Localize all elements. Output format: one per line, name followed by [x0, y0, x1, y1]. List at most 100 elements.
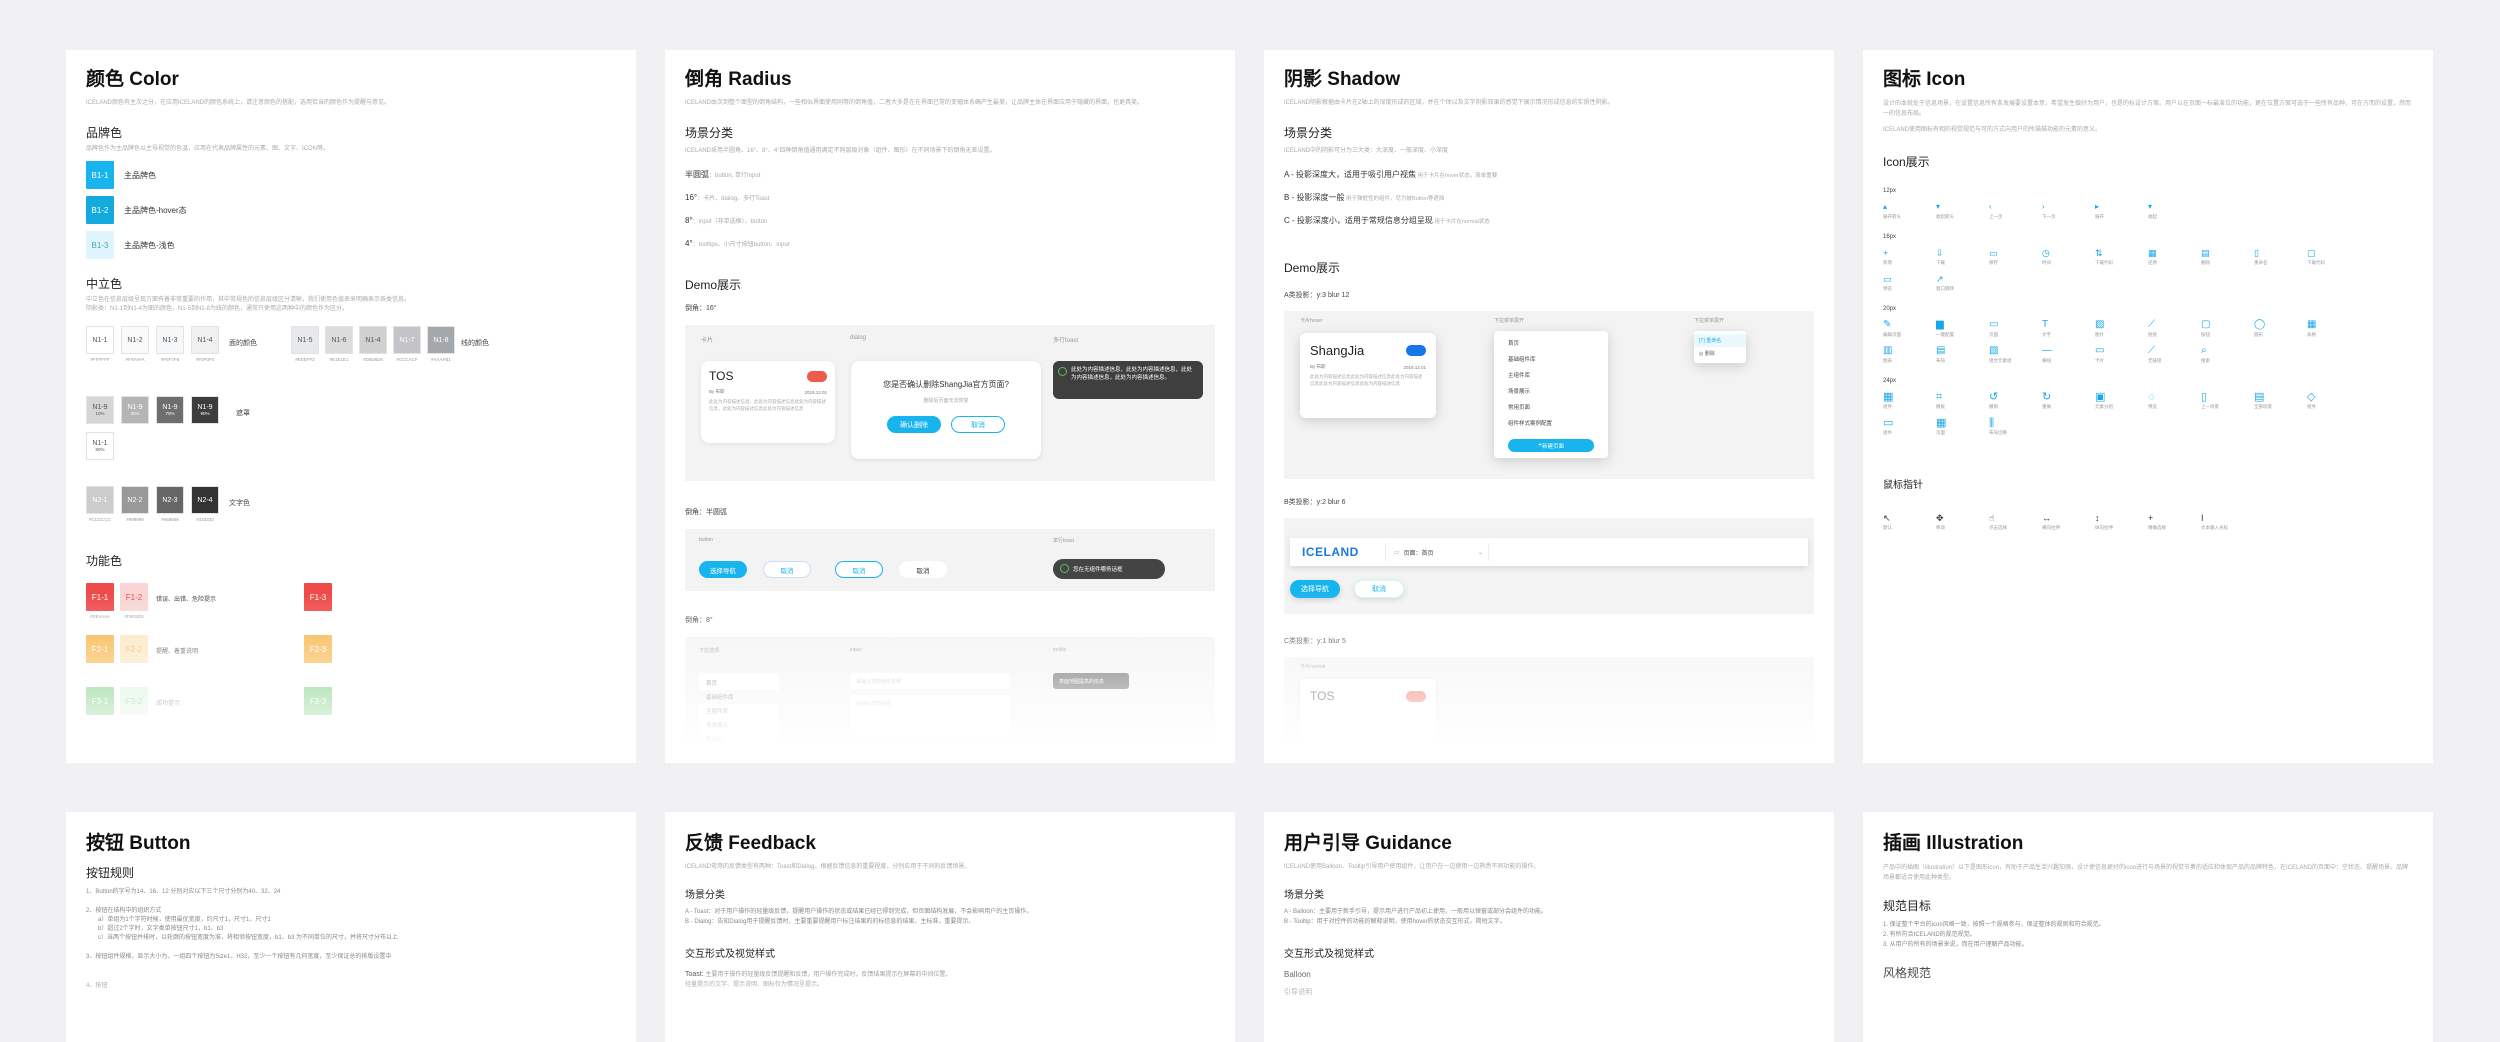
dropdown-item[interactable]: 展示示 [699, 732, 779, 746]
icon-item[interactable]: ▤ 布局 [1936, 344, 1989, 364]
icon-item[interactable]: ▭ 页面 [1989, 318, 2042, 338]
icon-item[interactable]: ▦ 还原 [2148, 246, 2201, 266]
icon-item[interactable]: ◯ 圆形 [2254, 318, 2307, 338]
radius-scene-item: 8°：input（非单选框）、button [685, 210, 1215, 233]
icon-item[interactable]: ▨ 图片 [2095, 318, 2148, 338]
menu-item[interactable]: [T] 重命名 [1694, 334, 1746, 347]
dropdown-item[interactable]: 首页 [699, 676, 779, 690]
icon-item[interactable]: ▥ 图表 [1883, 344, 1936, 364]
tos-card[interactable]: TOS By 布职 2019.12.01 此处为内容描述信息，此处为内容描述信息此… [701, 361, 835, 443]
icon-item[interactable]: ▯ 上一场景 [2201, 390, 2254, 410]
icon-item[interactable]: ⇩ 下载 [1936, 246, 1989, 266]
icon-item[interactable]: ▆ 一键配置 [1936, 318, 1989, 338]
swatch-hex: #F0F0F0 [195, 357, 215, 362]
icon-item[interactable]: ▢ 按钮 [2201, 318, 2254, 338]
swatch-code: N1-3 [162, 336, 178, 344]
scene-value: ：input（非单选框）、button [692, 219, 768, 225]
icon-item[interactable]: ▢ 下载代码 [2307, 246, 2360, 266]
menu-item[interactable]: ◎ 删除 [1694, 347, 1746, 360]
glyph-icon: ⟋ [2148, 319, 2155, 330]
icon-item[interactable]: ▭ 卡片 [2095, 344, 2148, 364]
icon-item[interactable]: ▭ 预览 [1883, 272, 1936, 292]
icon-item[interactable]: ☝ 点击选择 [1989, 511, 2042, 531]
cancel-button-4[interactable]: 取消 [899, 561, 947, 578]
icon-item[interactable]: ⟋ 链接 [2148, 318, 2201, 338]
tag-menu: 下拉菜单展开 [1694, 318, 1725, 324]
icon-item[interactable]: ⌗ 模板 [1936, 390, 1989, 410]
new-page-button[interactable]: + 新建页面 [1508, 439, 1594, 452]
swatch-code: N1-2 [127, 336, 143, 344]
page-select[interactable]: ▭ 页面：首页 ⌄ [1384, 543, 1489, 561]
icon-label: 点击选择 [1989, 525, 2007, 530]
icon-item[interactable]: ⫼ 布局切换 [1989, 416, 2042, 436]
icon-item[interactable]: — 横线 [2042, 344, 2095, 364]
select-nav-button[interactable]: 选择导航 [1290, 580, 1340, 598]
icon-item[interactable]: ▤ 全部场景 [2254, 390, 2307, 410]
icon-item[interactable]: ↔ 横向拉伸 [2042, 511, 2095, 531]
icon-item[interactable]: ↗ 窗口跳转 [1936, 272, 1989, 292]
input-field[interactable]: 请输入您的组件名称 [850, 673, 1010, 689]
guidance-scene-a: A - Balloon：主要用于新手引导，提示用户进行产品初上使用，一般用以弹窗… [1284, 909, 1548, 915]
icon-item[interactable]: + 精确选择 [2148, 511, 2201, 531]
swatch-chip: N1-9 70% [156, 396, 184, 424]
shangjia-card[interactable]: ShangJia By 布职 2019.12.01 此处为内容描述信息此处为内容描… [1300, 333, 1436, 418]
text-label: 文字色 [229, 500, 250, 507]
icon-item[interactable]: ‹ 上一页 [1989, 200, 2042, 220]
dropdown-item[interactable]: 主组件库 [1494, 367, 1608, 383]
dropdown-item[interactable]: 主组件库 [699, 704, 779, 718]
dropdown-item[interactable]: 基础组件库 [699, 690, 779, 704]
dropdown-item[interactable]: 场景展示 [1494, 383, 1608, 399]
icon-item[interactable]: ▦ 组件 [1883, 390, 1936, 410]
icon-label: 纵向拉伸 [2095, 525, 2113, 530]
icon-item[interactable]: ▦ 表格 [2307, 318, 2360, 338]
icon-item[interactable]: ⇅ 下载代码 [2095, 246, 2148, 266]
icon-item[interactable]: ▭ 组件 [1883, 416, 1936, 436]
icon-item[interactable]: ◌ 预览 [2148, 390, 2201, 410]
icon-item[interactable]: ✎ 编辑页面 [1883, 318, 1936, 338]
cancel-button[interactable]: 取消 [1354, 580, 1404, 598]
icon-item[interactable]: ↖ 默认 [1883, 511, 1936, 531]
radius-card: 倒角 Radius ICELAND由次到整个面型的倒角结构，一些相似界面使用同等… [665, 50, 1235, 763]
icon-item[interactable]: ▦ 页面 [1936, 416, 1989, 436]
icon-item[interactable]: ▴ 展开箭头 [1883, 200, 1936, 220]
icon-item[interactable]: T 文字 [2042, 318, 2095, 338]
cancel-button-2[interactable]: 取消 [763, 561, 811, 578]
select-nav-button[interactable]: 选择导航 [699, 561, 747, 578]
dropdown-item[interactable]: 基础组件库 [1494, 351, 1608, 367]
icon-item[interactable]: ↻ 重做 [2042, 390, 2095, 410]
icon-item[interactable]: › 下一页 [2042, 200, 2095, 220]
icon-item[interactable]: ▧ 组合元素组 [1989, 344, 2042, 364]
icon-item[interactable]: ◷ 时间 [2042, 246, 2095, 266]
half-demo: button 单行toast 选择导航 取消 取消 取消 您在无组件哪务话框 [685, 529, 1215, 591]
icon-item[interactable]: + 新增 [1883, 246, 1936, 266]
tos-normal-card[interactable]: TOS [1300, 679, 1436, 749]
new-page-label: 新建页面 [1542, 443, 1565, 450]
icon-item[interactable]: ⌕ 搜索 [2201, 344, 2254, 364]
icon-item[interactable]: ▤ 删除 [2201, 246, 2254, 266]
icon-item[interactable]: ▾ 收起 [2148, 200, 2201, 220]
icon-item[interactable]: ◇ 组件 [2307, 390, 2360, 410]
toggle-switch[interactable] [807, 370, 827, 382]
dropdown-item[interactable]: 首页 [1494, 335, 1608, 351]
icon-item[interactable]: ✥ 移动 [1936, 511, 1989, 531]
icon-item[interactable]: ▸ 展开 [2095, 200, 2148, 220]
icon-item[interactable]: ↺ 撤销 [1989, 390, 2042, 410]
dropdown-item[interactable]: 场景展示 [699, 718, 779, 732]
func-colors: F1-1 #EE4A4A F1-2 #F9D5D5 错误、出错、危险提示 F1-3 F2-1… [86, 583, 616, 721]
cancel-button[interactable]: 取消 [951, 416, 1005, 433]
toggle-switch[interactable] [1406, 345, 1426, 356]
dropdown-item[interactable]: 常用页面 [1494, 399, 1608, 415]
icon-item[interactable]: I 文本输入光标 [2201, 511, 2254, 531]
icon-item[interactable]: ▭ 保存 [1989, 246, 2042, 266]
toggle-switch[interactable] [1406, 690, 1426, 702]
icon-item[interactable]: ⟋ 无链接 [2148, 344, 2201, 364]
balloon-label: Balloon [1284, 970, 1311, 979]
textarea-field[interactable]: 请输入您的联系 [850, 695, 1010, 739]
icon-item[interactable]: ▾ 收起箭头 [1936, 200, 1989, 220]
dropdown-item[interactable]: 组件样式案例配置 [1494, 415, 1608, 431]
icon-item[interactable]: ▯ 重命名 [2254, 246, 2307, 266]
icon-item[interactable]: ↕ 纵向拉伸 [2095, 511, 2148, 531]
confirm-delete-button[interactable]: 确认删除 [887, 416, 941, 433]
icon-item[interactable]: ▣ 元素分组 [2095, 390, 2148, 410]
cancel-button-3[interactable]: 取消 [835, 561, 883, 578]
